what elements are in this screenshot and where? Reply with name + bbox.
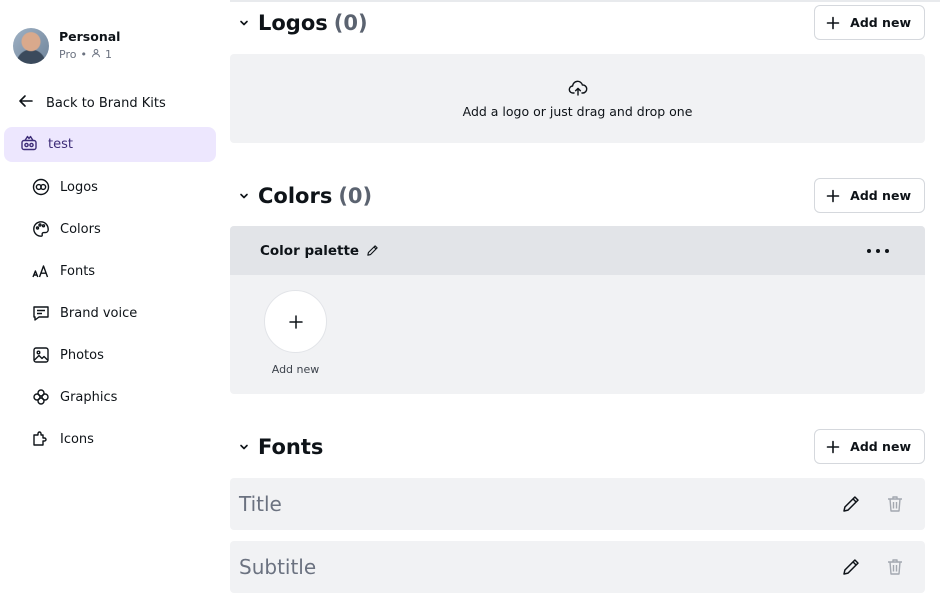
flower-shapes-icon	[32, 388, 50, 406]
add-color-swatch-button[interactable]	[264, 290, 327, 353]
sidebar-item-label: Colors	[60, 221, 101, 237]
trash-icon[interactable]	[885, 494, 905, 514]
color-palette-card: Color palette Add new	[230, 226, 925, 394]
chevron-down-icon[interactable]	[237, 16, 251, 30]
pencil-icon[interactable]	[366, 244, 379, 257]
colors-count: (0)	[338, 184, 373, 208]
separator-dot: •	[80, 48, 87, 61]
drop-zone-text: Add a logo or just drag and drop one	[462, 104, 693, 119]
pencil-icon[interactable]	[841, 557, 861, 577]
sidebar-item-logos[interactable]: Logos	[32, 166, 137, 208]
brand-kit-item-test[interactable]: test	[4, 127, 216, 162]
text-size-icon	[32, 262, 50, 280]
sidebar-item-icons[interactable]: Icons	[32, 418, 137, 460]
chevron-down-icon[interactable]	[237, 440, 251, 454]
sidebar-item-label: Logos	[60, 179, 98, 195]
logos-section-header: Logos (0) Add new	[230, 5, 925, 41]
colors-section-header: Colors (0) Add new	[230, 178, 925, 214]
sidebar-item-photos[interactable]: Photos	[32, 334, 137, 376]
sidebar-item-brand-voice[interactable]: Brand voice	[32, 292, 137, 334]
add-swatch-label: Add new	[271, 363, 320, 376]
cloud-upload-icon	[568, 80, 587, 96]
account-plan-info: Pro • 1	[59, 47, 120, 63]
sidebar-item-label: Brand voice	[60, 305, 138, 321]
plus-icon	[826, 440, 840, 453]
logo-drop-zone[interactable]: Add a logo or just drag and drop one	[230, 54, 925, 143]
plus-icon	[826, 189, 840, 202]
sidebar-item-label: Icons	[60, 431, 94, 447]
add-logo-label: Add new	[850, 15, 911, 30]
add-color-label: Add new	[850, 188, 911, 203]
puzzle-icon	[32, 430, 50, 448]
sidebar-item-colors[interactable]: Colors	[32, 208, 137, 250]
member-count: 1	[104, 48, 112, 61]
arrow-left-icon	[18, 93, 34, 113]
fonts-title: Fonts	[258, 435, 324, 459]
brand-kit-icon	[20, 134, 38, 156]
person-icon	[91, 47, 101, 63]
image-icon	[32, 346, 50, 364]
add-font-label: Add new	[850, 439, 911, 454]
color-palette-header: Color palette	[230, 226, 925, 275]
more-options-icon[interactable]	[867, 242, 889, 260]
plus-icon	[826, 16, 840, 29]
logos-count: (0)	[333, 11, 368, 35]
account-name: Personal	[59, 29, 121, 44]
brand-kit-content: Logos (0) Add new Add a logo or just dra…	[230, 0, 940, 594]
avatar	[13, 28, 49, 64]
trash-icon[interactable]	[885, 557, 905, 577]
font-row-label: Title	[239, 492, 282, 516]
message-icon	[32, 304, 50, 322]
palette-title[interactable]: Color palette	[260, 243, 359, 259]
back-to-brand-kits-link[interactable]: Back to Brand Kits	[18, 93, 166, 113]
font-row-subtitle[interactable]: Subtitle	[230, 541, 925, 593]
font-row-label: Subtitle	[239, 555, 317, 579]
logo-circle-icon	[32, 178, 50, 196]
sidebar-item-graphics[interactable]: Graphics	[32, 376, 137, 418]
sidebar-item-label: Fonts	[60, 263, 96, 279]
brand-kit-name: test	[48, 137, 73, 152]
add-font-button[interactable]: Add new	[814, 429, 925, 464]
brand-kit-nav: Logos Colors Fonts Brand voice Photos Gr…	[32, 166, 137, 460]
plus-icon	[288, 314, 303, 329]
sidebar-item-label: Photos	[60, 347, 104, 363]
plan-label: Pro	[59, 48, 77, 61]
colors-title: Colors	[258, 184, 333, 208]
sidebar: Personal Pro • 1 Back to Brand Kits test	[0, 0, 222, 594]
top-divider	[230, 0, 940, 2]
fonts-section-header: Fonts Add new	[230, 429, 925, 465]
account-switcher[interactable]: Personal Pro • 1	[13, 28, 120, 64]
sidebar-item-label: Graphics	[60, 389, 118, 405]
add-color-button[interactable]: Add new	[814, 178, 925, 213]
back-label: Back to Brand Kits	[46, 95, 166, 111]
palette-icon	[32, 220, 50, 238]
chevron-down-icon[interactable]	[237, 189, 251, 203]
logos-title: Logos	[258, 11, 328, 35]
font-row-title[interactable]: Title	[230, 478, 925, 530]
sidebar-item-fonts[interactable]: Fonts	[32, 250, 137, 292]
pencil-icon[interactable]	[841, 494, 861, 514]
add-logo-button[interactable]: Add new	[814, 5, 925, 40]
